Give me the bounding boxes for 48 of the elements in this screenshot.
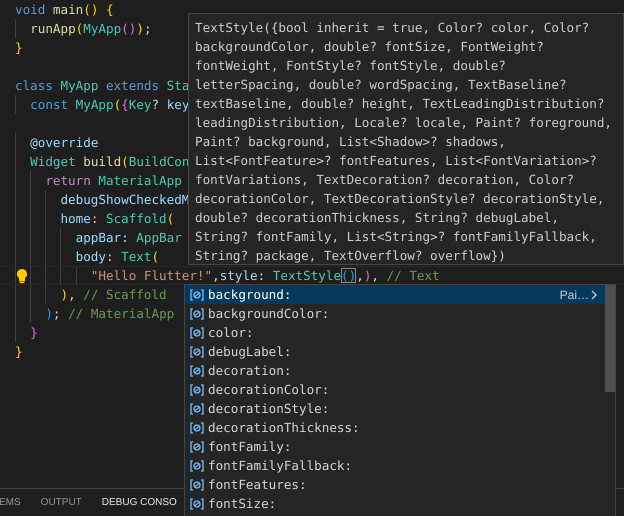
code-line[interactable]: home: Scaffold(	[60, 209, 174, 228]
suggestion-item[interactable]: debugLabel:	[185, 342, 605, 361]
code-line[interactable]: appBar: AppBar	[76, 228, 182, 247]
suggestion-item[interactable]: fontFamily:	[185, 437, 605, 456]
code-line[interactable]: body: Text(	[76, 247, 160, 266]
field-icon	[190, 384, 204, 396]
code-line[interactable]: ), // Scaffold	[60, 285, 167, 304]
signature-text: TextStyle({bool inherit = true, Color? color, Color? backgroundColor, double? fontSize, FontWeight? fontWeight, FontStyle? fontStyle, double? letterSpacing, double? wordSpacing, TextBaseline? textBaseline, double? height, TextLeadingDistribution? leadingDistribution, Locale? locale, Paint? foreground, Paint? background, List<Shadow>? shadows, List<FontFeature>? fontFeatures, List<FontVariation>? fontVariations, TextDecoration? decoration, Color? decorationColor, TextDecorationStyle? decorationStyle, double? decorationThickness, String? debugLabel, String? fontFamily, List<String>? fontFamilyFallback, String? package, TextOverflow? overflow})	[195, 19, 612, 265]
panel-tab[interactable]: EMS	[0, 497, 21, 508]
field-icon	[190, 422, 204, 434]
suggestion-item[interactable]: decorationColor:	[185, 380, 605, 399]
panel-tab[interactable]: OUTPUT	[40, 497, 82, 508]
code-line[interactable]: ); // MaterialApp	[45, 304, 174, 323]
code-line[interactable]: runApp(MyApp());	[30, 19, 152, 38]
code-line[interactable]: void main() {	[15, 0, 114, 19]
code-line[interactable]: "Hello Flutter!",style: TextStyle(),), // Text	[90, 267, 440, 284]
code-line[interactable]: return MaterialApp	[45, 171, 182, 190]
suggestion-item[interactable]: decorationThickness:	[185, 418, 605, 437]
code-line[interactable]: @override	[30, 133, 98, 152]
field-icon	[190, 440, 204, 452]
field-icon	[190, 402, 204, 414]
field-icon	[190, 364, 204, 376]
code-line[interactable]: }	[15, 342, 23, 361]
suggestion-item[interactable]: fontFamilyFallback:	[185, 456, 605, 475]
suggestion-item[interactable]: fontFeatures:	[185, 475, 605, 494]
suggestion-item[interactable]: decoration:	[185, 361, 605, 380]
suggestion-item[interactable]: decorationStyle:	[185, 399, 605, 418]
code-line[interactable]: }	[30, 323, 38, 342]
scrollbar-thumb[interactable]	[605, 285, 615, 392]
field-icon	[190, 326, 204, 338]
field-icon	[190, 346, 204, 358]
field-icon	[190, 308, 204, 320]
suggestion-item[interactable]: backgroundColor:	[185, 304, 605, 323]
suggestion-item[interactable]: background: Pai…	[185, 285, 605, 304]
field-icon	[190, 288, 204, 300]
code-line[interactable]: const MyApp({Key? key	[30, 95, 190, 114]
code-line[interactable]: class MyApp extends Sta	[15, 76, 190, 95]
suggestion-item[interactable]: fontSize:	[185, 494, 605, 513]
lightbulb-icon[interactable]	[16, 268, 28, 284]
code-line[interactable]: debugShowCheckedM	[60, 190, 190, 209]
field-icon	[190, 478, 204, 490]
field-icon	[190, 460, 204, 472]
field-icon	[190, 498, 204, 510]
code-line[interactable]: }	[15, 38, 23, 57]
suggestion-item[interactable]: color:	[185, 323, 605, 342]
code-line[interactable]: Widget build(BuildCon	[30, 152, 190, 171]
chevron-icon[interactable]	[591, 290, 597, 300]
panel-tab[interactable]: DEBUG CONSO	[102, 497, 177, 508]
